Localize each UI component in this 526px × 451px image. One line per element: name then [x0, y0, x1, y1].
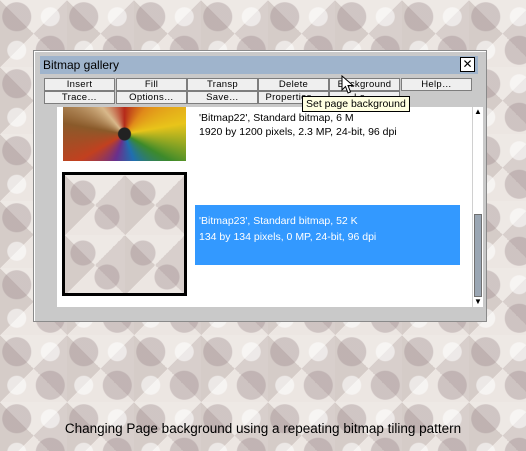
options-button[interactable]: Options… — [116, 91, 187, 104]
window-title: Bitmap gallery — [43, 58, 120, 72]
item-1-name: 'Bitmap22', Standard bitmap, 6 M — [199, 112, 354, 124]
item-2-name: 'Bitmap23', Standard bitmap, 52 K — [199, 215, 358, 227]
insert-button[interactable]: Insert — [44, 78, 115, 91]
scroll-up-arrow-icon[interactable]: ▲ — [473, 107, 483, 117]
help-button[interactable]: Help… — [401, 78, 472, 91]
caption-text: Changing Page background using a repeati… — [64, 421, 462, 436]
bitmap-thumbnail-pencils[interactable] — [63, 107, 186, 161]
arrow-cursor-icon — [341, 75, 355, 94]
transp-button[interactable]: Transp — [187, 78, 258, 91]
scroll-down-arrow-icon[interactable]: ▼ — [473, 297, 483, 307]
tooltip: Set page background — [302, 96, 410, 112]
delete-button[interactable]: Delete — [258, 78, 329, 91]
item-2-details: 134 by 134 pixels, 0 MP, 24-bit, 96 dpi — [199, 231, 377, 243]
bitmap-gallery-window: Bitmap gallery ✕ Insert Fill Transp Dele… — [33, 50, 487, 322]
list-item-selected[interactable]: 'Bitmap23', Standard bitmap, 52 K 134 by… — [195, 205, 460, 265]
bitmap-thumbnail-pattern[interactable] — [62, 172, 187, 296]
vertical-scrollbar[interactable]: ▲ ▼ — [472, 107, 483, 307]
title-bar[interactable]: Bitmap gallery ✕ — [40, 56, 478, 74]
trace-button[interactable]: Trace… — [44, 91, 115, 104]
background-button[interactable]: Background — [329, 78, 400, 91]
save-button[interactable]: Save… — [187, 91, 258, 104]
close-icon[interactable]: ✕ — [460, 57, 475, 72]
scroll-thumb[interactable] — [474, 214, 482, 297]
item-1-details: 1920 by 1200 pixels, 2.3 MP, 24-bit, 96 … — [199, 126, 397, 138]
fill-button[interactable]: Fill — [116, 78, 187, 91]
bitmap-list[interactable]: 'Bitmap22', Standard bitmap, 6 M 1920 by… — [57, 107, 473, 307]
